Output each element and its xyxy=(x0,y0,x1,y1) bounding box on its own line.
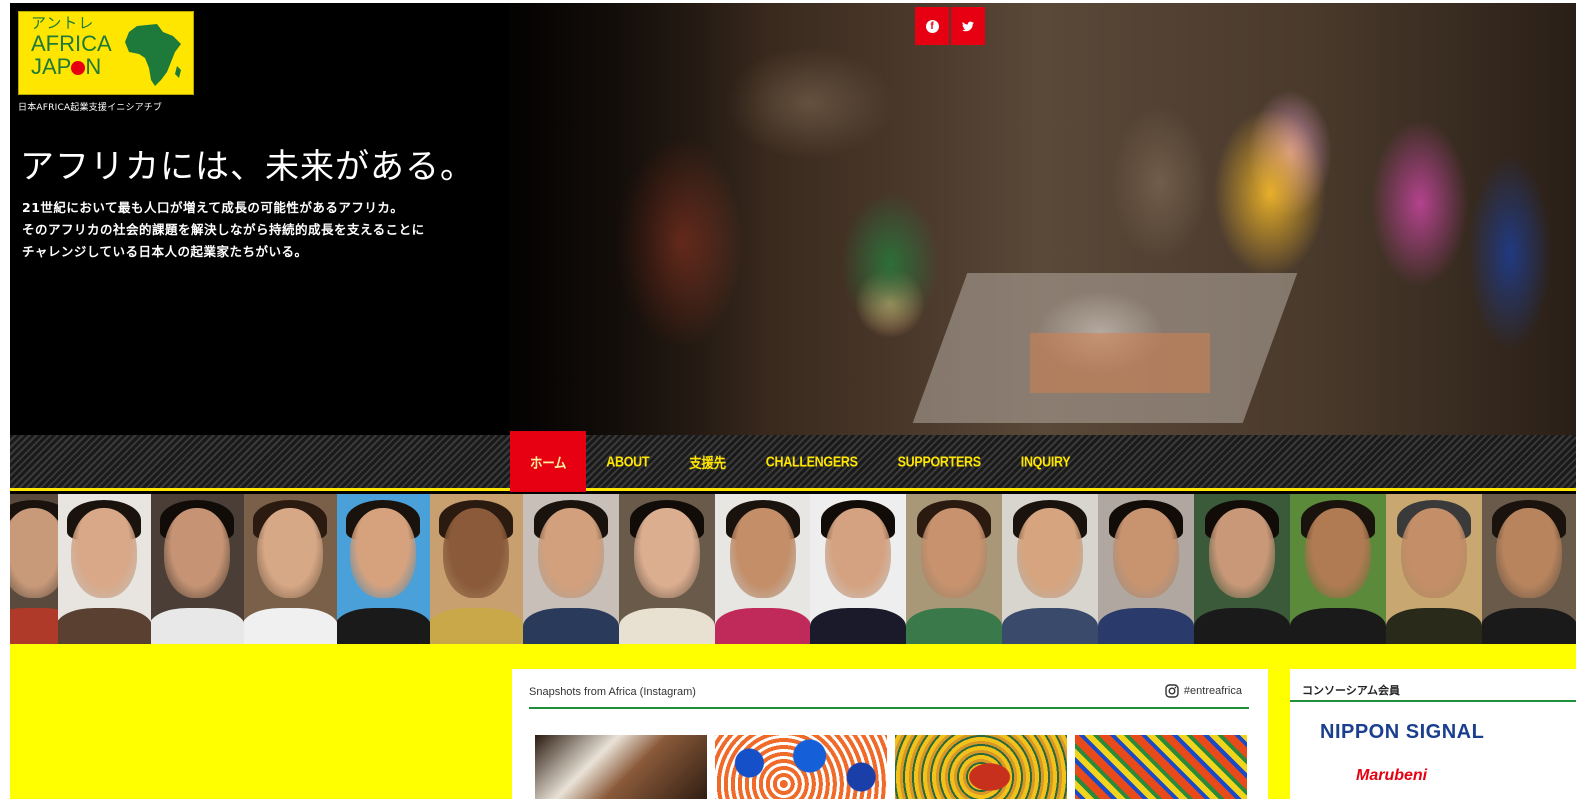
challenger-portrait[interactable] xyxy=(57,494,151,644)
site-frame: アントレ AFRICA JAP N 日本AFRICA起業支援イニシアチブ アフリカ… xyxy=(10,3,1576,799)
twitter-icon xyxy=(962,21,974,31)
challenger-portrait[interactable] xyxy=(1098,494,1195,644)
instagram-thumb[interactable] xyxy=(1075,735,1247,799)
twitter-button[interactable] xyxy=(951,7,985,45)
nav-item-challengers[interactable]: CHALLENGERS xyxy=(746,431,878,492)
logo-kana: アントレ xyxy=(31,15,95,32)
africa-map-icon xyxy=(125,24,181,86)
challenger-portrait[interactable] xyxy=(1482,494,1576,644)
challenger-portrait[interactable] xyxy=(429,494,523,644)
page: アントレ AFRICA JAP N 日本AFRICA起業支援イニシアチブ アフリカ… xyxy=(0,0,1576,799)
challenger-portrait[interactable] xyxy=(336,494,430,644)
challenger-portrait[interactable] xyxy=(1290,494,1387,644)
challenger-portrait[interactable] xyxy=(1002,494,1099,644)
instagram-hashtag: #entreafrica xyxy=(1183,685,1242,697)
instagram-hashtag-link[interactable]: #entreafrica xyxy=(1165,684,1242,698)
challenger-portrait[interactable] xyxy=(810,494,907,644)
facebook-icon: f xyxy=(925,19,939,33)
content-area: Snapshots from Africa (Instagram) #entre… xyxy=(10,644,1576,799)
nav-item-supporters[interactable]: SUPPORTERS xyxy=(878,431,1001,492)
challenger-portrait[interactable] xyxy=(10,494,58,644)
challenger-portrait[interactable] xyxy=(618,494,715,644)
logo[interactable]: アントレ AFRICA JAP N xyxy=(18,11,194,95)
nav-item-inquiry[interactable]: INQUIRY xyxy=(1001,431,1091,492)
challenger-portrait-strip xyxy=(10,494,1576,644)
instagram-divider xyxy=(529,707,1249,709)
instagram-icon xyxy=(1165,684,1179,698)
logo-red-dot xyxy=(71,61,86,75)
instagram-thumb[interactable] xyxy=(895,735,1067,799)
challenger-portrait[interactable] xyxy=(243,494,337,644)
consortium-panel: コンソーシアム会員 NIPPON SIGNAL Marubeni xyxy=(1290,669,1576,799)
challenger-portrait[interactable] xyxy=(906,494,1003,644)
nav-item-supported[interactable]: 支援先 xyxy=(669,431,746,492)
hero-lead-line-2: そのアフリカの社会的課題を解決しながら持続的成長を支えることに xyxy=(22,222,425,237)
logo-subtitle: 日本AFRICA起業支援イニシアチブ xyxy=(18,103,163,113)
challenger-portrait[interactable] xyxy=(1194,494,1291,644)
main-nav: ホーム ABOUT 支援先 CHALLENGERS SUPPORTERS INQ… xyxy=(10,431,1576,492)
hero: アントレ AFRICA JAP N 日本AFRICA起業支援イニシアチブ アフリカ… xyxy=(10,3,1576,435)
challenger-portrait[interactable] xyxy=(714,494,811,644)
instagram-title: Snapshots from Africa (Instagram) xyxy=(529,686,696,698)
facebook-button[interactable]: f xyxy=(915,7,949,45)
hero-market-photo xyxy=(510,3,1576,435)
nav-item-about[interactable]: ABOUT xyxy=(586,431,669,492)
logo-africa: AFRICA xyxy=(31,31,112,56)
consortium-title: コンソーシアム会員 xyxy=(1302,684,1401,697)
nav-item-home[interactable]: ホーム xyxy=(510,431,587,492)
hero-title: アフリカには、未来がある。 xyxy=(20,147,475,187)
challenger-portrait[interactable] xyxy=(150,494,244,644)
instagram-thumb[interactable] xyxy=(535,735,707,799)
consortium-divider xyxy=(1290,700,1576,702)
hero-lead-line-1: 21世紀において最も人口が増えて成長の可能性があるアフリカ。 xyxy=(22,200,404,215)
hero-lead-line-3: チャレンジしている日本人の起業家たちがいる。 xyxy=(22,244,308,259)
challenger-portrait[interactable] xyxy=(1386,494,1483,644)
instagram-thumb[interactable] xyxy=(715,735,887,799)
challenger-portrait[interactable] xyxy=(522,494,619,644)
social-links: f xyxy=(915,7,985,45)
sponsor-nippon-signal-logo[interactable]: NIPPON SIGNAL xyxy=(1320,721,1484,744)
instagram-grid xyxy=(535,735,1247,799)
sponsor-marubeni-logo[interactable]: Marubeni xyxy=(1356,767,1427,785)
instagram-panel: Snapshots from Africa (Instagram) #entre… xyxy=(512,669,1268,799)
logo-japon: JAP N xyxy=(31,54,102,79)
hero-lead: 21世紀において最も人口が増えて成長の可能性があるアフリカ。 そのアフリカの社会… xyxy=(22,197,425,263)
